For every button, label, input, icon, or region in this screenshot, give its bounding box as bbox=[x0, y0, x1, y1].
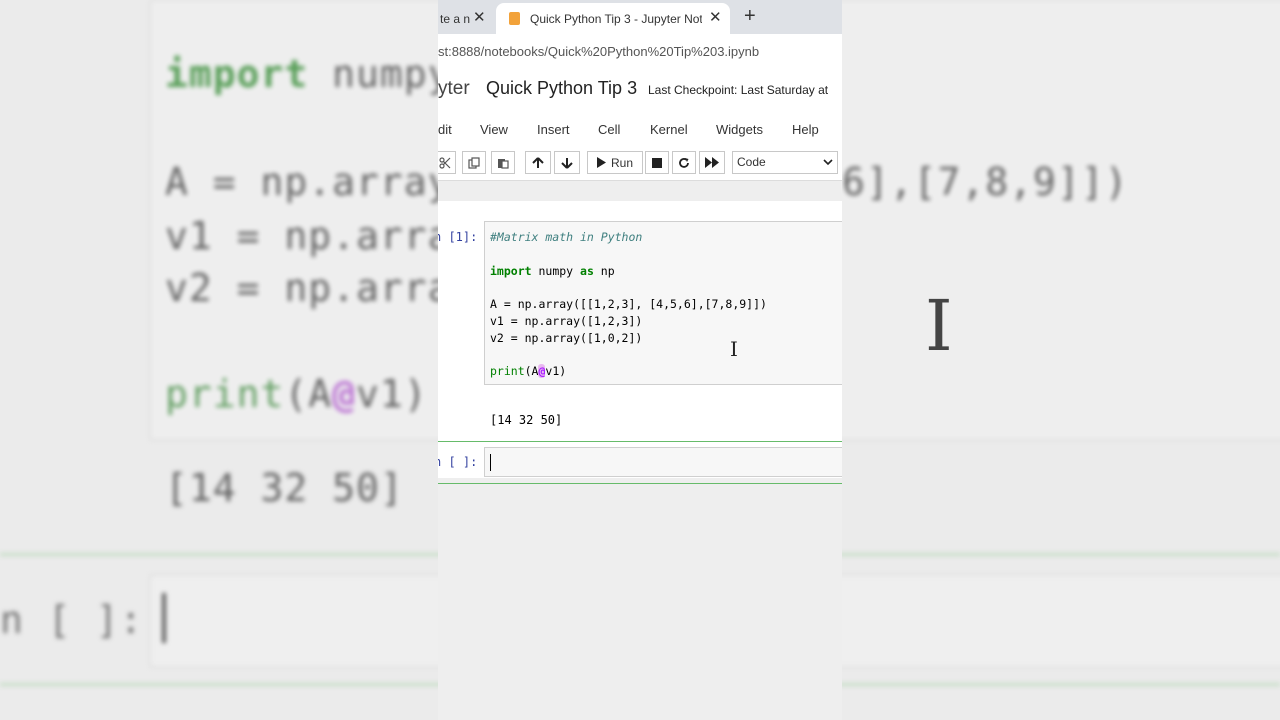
jupyter-logo[interactable]: yter bbox=[438, 78, 470, 100]
tab-active[interactable]: Quick Python Tip 3 - Jupyter Not ✕ bbox=[496, 3, 730, 34]
arrow-up-icon bbox=[532, 156, 544, 168]
checkpoint-status: Last Checkpoint: Last Saturday at bbox=[648, 83, 829, 97]
restart-icon bbox=[679, 157, 689, 168]
background-text-cursor-icon: I bbox=[925, 285, 953, 367]
notebook-toolbar: Run Code bbox=[438, 146, 842, 181]
notebook-area: n [1]: #Matrix math in Python import num… bbox=[438, 181, 842, 720]
run-label: Run bbox=[611, 155, 634, 170]
cell-1-prompt: n [1]: bbox=[438, 230, 478, 244]
mouse-ibeam-cursor-icon: I bbox=[730, 337, 738, 361]
copy-icon bbox=[468, 156, 480, 169]
play-icon bbox=[597, 157, 606, 168]
print-close: v1) bbox=[545, 364, 567, 378]
cell-type-value: Code bbox=[737, 155, 766, 169]
code-line-A: A = np.array([[1,2,3], [4,5,6],[7,8,9]]) bbox=[490, 297, 767, 311]
cell-1-output: [14 32 50] bbox=[490, 413, 563, 427]
tab-inactive[interactable]: te a n ✕ bbox=[438, 3, 493, 34]
as-keyword: as bbox=[580, 264, 594, 278]
notebook-page: n [1]: #Matrix math in Python import num… bbox=[438, 201, 842, 484]
restart-run-all-button[interactable] bbox=[699, 151, 725, 174]
paste-icon bbox=[498, 158, 509, 169]
chevron-down-icon bbox=[823, 152, 833, 180]
arrow-down-icon bbox=[561, 157, 573, 169]
import-keyword: import bbox=[490, 264, 532, 278]
address-bar[interactable]: st:8888/notebooks/Quick%20Python%20Tip%2… bbox=[438, 34, 842, 69]
tab-inactive-close-icon[interactable]: ✕ bbox=[473, 8, 486, 26]
browser-window: te a n ✕ Quick Python Tip 3 - Jupyter No… bbox=[438, 0, 842, 720]
import-module: numpy bbox=[531, 264, 581, 278]
url-text[interactable]: st:8888/notebooks/Quick%20Python%20Tip%2… bbox=[438, 44, 759, 59]
menu-bar: dit View Insert Cell Kernel Widgets Help bbox=[438, 112, 842, 146]
tab-strip: te a n ✕ Quick Python Tip 3 - Jupyter No… bbox=[438, 0, 842, 34]
copy-button[interactable] bbox=[462, 151, 486, 174]
menu-kernel[interactable]: Kernel bbox=[650, 122, 688, 137]
cell-type-select[interactable]: Code bbox=[732, 151, 838, 174]
cell-2-prompt: n [ ]: bbox=[438, 455, 478, 469]
code-line-v2: v2 = np.array([1,0,2]) bbox=[490, 331, 643, 345]
menu-insert[interactable]: Insert bbox=[537, 122, 570, 137]
menu-cell[interactable]: Cell bbox=[598, 122, 620, 137]
tab-active-label: Quick Python Tip 3 - Jupyter Not bbox=[530, 11, 702, 26]
restart-button[interactable] bbox=[672, 151, 696, 174]
notebook-title[interactable]: Quick Python Tip 3 bbox=[486, 78, 637, 99]
notebook-header: yter Quick Python Tip 3 Last Checkpoint:… bbox=[438, 68, 842, 112]
menu-widgets[interactable]: Widgets bbox=[716, 122, 763, 137]
code-cell-2[interactable] bbox=[484, 447, 842, 477]
menu-view[interactable]: View bbox=[480, 122, 508, 137]
import-alias: np bbox=[593, 264, 615, 278]
code-cell-1[interactable]: #Matrix math in Python import numpy as n… bbox=[484, 221, 842, 385]
selected-cell-top-border bbox=[438, 441, 842, 442]
paste-button[interactable] bbox=[491, 151, 515, 174]
text-caret bbox=[490, 454, 491, 471]
code-print-line: print(A@v1) bbox=[490, 364, 566, 378]
code-import-line: import numpy as np bbox=[490, 264, 615, 278]
move-down-button[interactable] bbox=[554, 151, 580, 174]
print-function: print bbox=[490, 364, 525, 378]
tab-inactive-label: te a n bbox=[440, 11, 471, 26]
fast-forward-icon bbox=[705, 157, 719, 168]
menu-help[interactable]: Help bbox=[792, 122, 819, 137]
scissors-icon bbox=[439, 156, 451, 169]
code-comment: #Matrix math in Python bbox=[490, 230, 643, 244]
print-open: (A bbox=[524, 364, 539, 378]
jupyter-favicon-icon bbox=[509, 12, 520, 25]
stop-icon bbox=[652, 157, 662, 168]
code-line-v1: v1 = np.array([1,2,3]) bbox=[490, 314, 643, 328]
cut-button[interactable] bbox=[438, 151, 456, 174]
new-tab-button[interactable]: + bbox=[744, 5, 756, 28]
move-up-button[interactable] bbox=[525, 151, 551, 174]
run-button[interactable]: Run bbox=[587, 151, 643, 174]
selected-cell-bottom-border bbox=[438, 483, 842, 484]
tab-active-close-icon[interactable]: ✕ bbox=[709, 8, 722, 26]
menu-edit[interactable]: dit bbox=[438, 122, 452, 137]
interrupt-button[interactable] bbox=[645, 151, 669, 174]
